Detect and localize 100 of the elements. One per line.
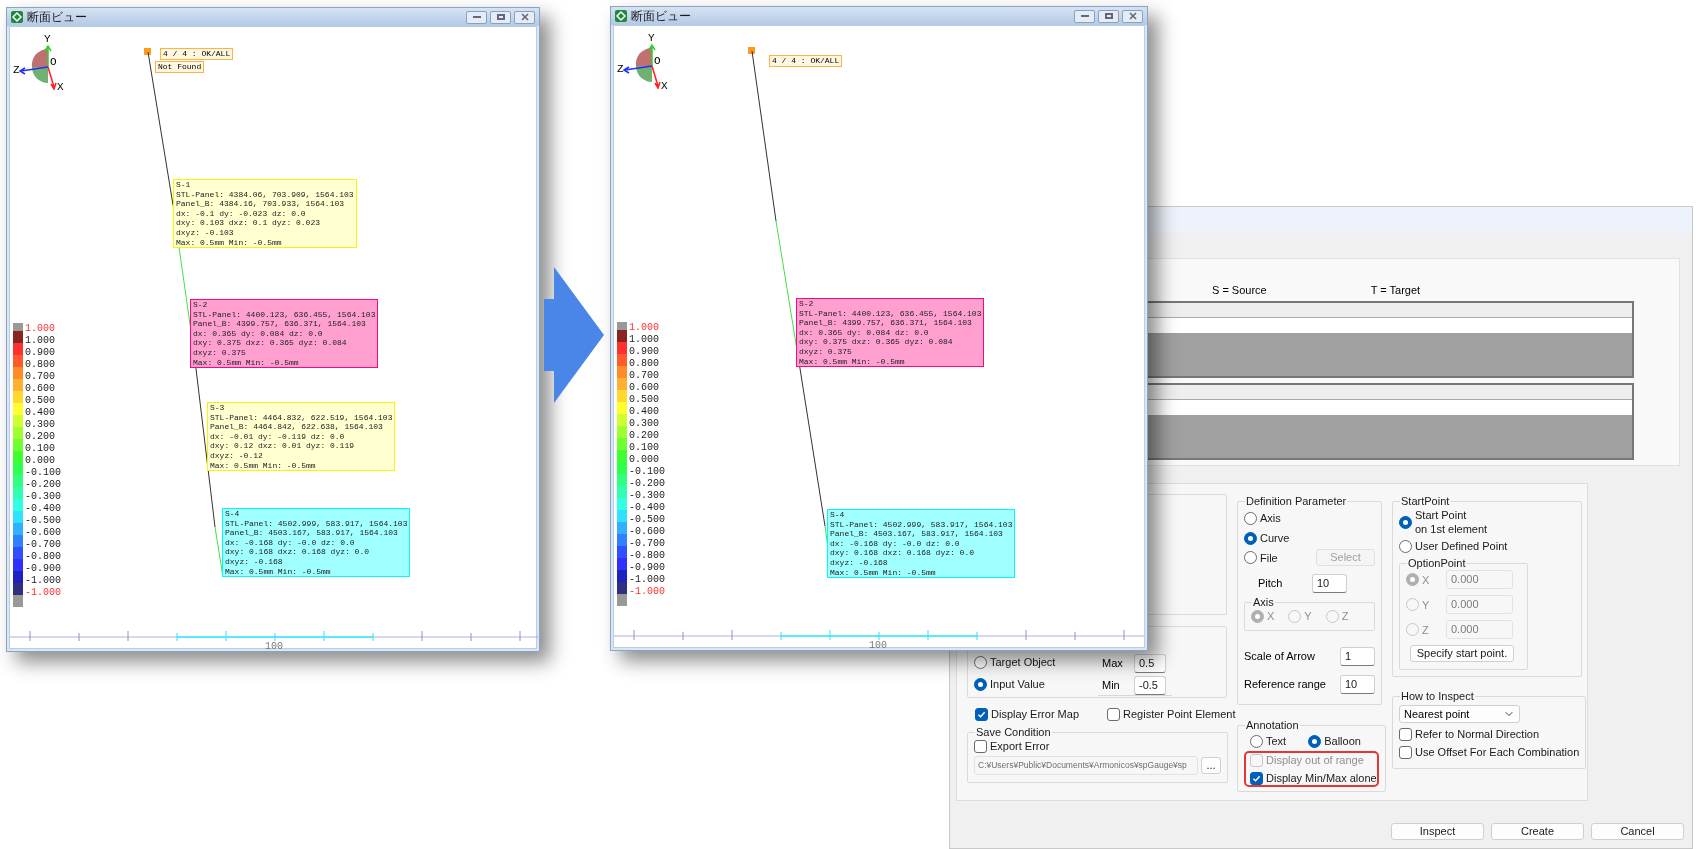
pitch-field[interactable]: 10 [1312, 574, 1347, 593]
group-title: OptionPoint [1407, 556, 1467, 570]
option-label: Display Error Map [991, 707, 1080, 721]
limit-field[interactable]: -0.5 [1134, 676, 1166, 695]
checkbox[interactable] [974, 739, 987, 753]
option-label: X [1267, 609, 1275, 623]
checkbox[interactable] [1107, 707, 1121, 721]
field-label: Pitch [1258, 576, 1284, 592]
option-label: Register Point Element [1123, 707, 1236, 721]
scale-value: -0.100 [25, 467, 61, 479]
radio-button[interactable] [1244, 531, 1257, 545]
checkbox[interactable] [975, 707, 988, 721]
close-icon [1128, 12, 1137, 20]
radio-button[interactable] [1308, 734, 1322, 748]
scale-value: -0.600 [25, 527, 61, 539]
scale-value: -0.400 [25, 503, 61, 515]
radio-button[interactable] [1244, 511, 1257, 525]
app-icon [11, 11, 23, 23]
checkbox[interactable] [1399, 745, 1412, 759]
checkbox[interactable] [1399, 727, 1412, 741]
group-title: How to Inspect [1400, 689, 1475, 703]
dialog-button[interactable]: Inspect [1391, 823, 1484, 840]
minimize-button[interactable] [1074, 9, 1095, 23]
scale-value: 0.300 [25, 419, 56, 431]
scale-value: -0.500 [629, 514, 665, 526]
option-label: Curve [1260, 531, 1290, 545]
option-label: Target Object [990, 655, 1056, 669]
range-field[interactable]: 10 [1340, 675, 1375, 694]
checkbox[interactable] [1250, 771, 1263, 785]
scale-value: -0.400 [629, 502, 665, 514]
option-label: Input Value [990, 677, 1045, 691]
app-icon [615, 10, 627, 22]
annotation-balloon: S-2 STL-Panel: 4400.123, 636.455, 1564.103 Panel_B: 4399.757, 636.371, 1564.103 dx: 0.365 dy: 0.084 dz: 0.0 dxy: 0.375 dxz: 0.365 dyz: 0.084 dxyz: 0.375 Max: 0.5mm Min: -0.5mm [190, 299, 379, 369]
field-label: Reference range [1244, 677, 1326, 693]
axis-label: X [57, 82, 64, 93]
radio-button[interactable] [1244, 551, 1257, 564]
scale-value: 0.900 [629, 346, 660, 358]
radio-button[interactable] [1399, 515, 1412, 529]
axis-label: Z [617, 64, 624, 75]
close-button[interactable] [514, 10, 535, 24]
radio-button[interactable] [974, 655, 987, 669]
group-title: Axis [1252, 595, 1275, 609]
maximize-button[interactable] [1098, 9, 1119, 23]
window-title: 断面ビュー [27, 11, 87, 23]
option-label: Refer to Normal Direction [1415, 727, 1540, 741]
group-title: Annotation [1245, 718, 1300, 732]
option-label: Start Point on 1st element [1415, 508, 1488, 536]
scale-value: 0.900 [25, 347, 56, 359]
option-label: File [1260, 550, 1278, 565]
annotation-balloon: S-4 STL-Panel: 4502.999, 583.917, 1564.103 Panel_B: 4503.167, 583.917, 1564.103 dx: -0.168 dy: -0.0 dz: 0.0 dxy: 0.168 dxz: 0.168 dyz: 0.0 dxyz: -0.168 Max: 0.5mm Min: -0.5mm [827, 509, 1016, 579]
radio-button[interactable] [974, 677, 987, 691]
radio-button[interactable] [1250, 734, 1263, 748]
option-label: Use Offset For Each Combination [1415, 745, 1580, 759]
scale-value: -0.800 [629, 550, 665, 562]
axis-label: Y [44, 34, 51, 45]
field-label: Max [1102, 656, 1124, 672]
scale-value: 1.000 [629, 334, 660, 346]
scale-value: 0.500 [25, 395, 56, 407]
axis-label: Y [648, 33, 655, 44]
scale-value: -0.900 [25, 563, 61, 575]
browse-button[interactable]: ... [1201, 757, 1221, 774]
scale-value: 0.000 [25, 455, 56, 467]
limit-field[interactable]: 0.5 [1134, 654, 1166, 673]
point-marker [748, 47, 755, 54]
annotation-balloon: S-4 STL-Panel: 4502.999, 583.917, 1564.103 Panel_B: 4503.167, 583.917, 1564.103 dx: -0.168 dy: -0.0 dz: 0.0 dxy: 0.168 dxz: 0.168 dyz: 0.0 dxyz: -0.168 Max: 0.5mm Min: -0.5mm [222, 508, 411, 578]
scale-value: 0.600 [25, 383, 56, 395]
dialog-button[interactable]: Create [1491, 823, 1584, 840]
option-label: Z [1341, 609, 1349, 623]
close-button[interactable] [1122, 9, 1143, 23]
scale-value: 0.600 [629, 382, 660, 394]
scale-value: 0.700 [629, 370, 660, 382]
axis-label: X [661, 81, 668, 92]
radio-button[interactable] [1399, 539, 1412, 553]
option-label: Y [1304, 609, 1312, 623]
field-label: Min [1102, 678, 1121, 694]
ruler-label: 100 [265, 642, 283, 652]
option-label: Text [1266, 734, 1287, 748]
minimize-button[interactable] [466, 10, 487, 24]
scale-value: 0.100 [629, 442, 660, 454]
dialog-button[interactable]: Cancel [1591, 823, 1684, 840]
option-label: X [1422, 572, 1430, 587]
summary-label: 4 / 4 : OK/ALL [160, 48, 234, 60]
scale-field[interactable]: 1 [1340, 647, 1375, 666]
annotation-balloon: S-2 STL-Panel: 4400.123, 636.455, 1564.103 Panel_B: 4399.757, 636.371, 1564.103 dx: 0.365 dy: 0.084 dz: 0.0 dxy: 0.375 dxz: 0.365 dyz: 0.084 dxyz: 0.375 Max: 0.5mm Min: -0.5mm [796, 298, 985, 368]
scale-value: 1.000 [25, 335, 56, 347]
right-arrow-icon [544, 267, 604, 403]
legend-text: T = Target [1370, 283, 1421, 297]
scale-value: 0.100 [25, 443, 56, 455]
specify-button[interactable]: Specify start point. [1410, 645, 1514, 662]
check-icon [977, 709, 986, 719]
option-label: Y [1422, 597, 1430, 612]
option-label: Export Error [990, 739, 1050, 753]
method-dropdown[interactable]: Nearest point [1399, 705, 1520, 723]
scale-value: 0.200 [25, 431, 56, 443]
scale-value: -0.700 [25, 539, 61, 551]
scale-value: 1.000 [629, 322, 660, 334]
close-icon [520, 13, 529, 21]
annotation-balloon: S-3 STL-Panel: 4464.832, 622.519, 1564.103 Panel_B: 4464.842, 622.638, 1564.103 dx: -0.01 dy: -0.119 dz: 0.0 dxy: 0.12 dxz: 0.01 dyz: 0.119 dxyz: -0.12 Max: 0.5mm Min: -0.5mm [207, 402, 396, 472]
option-label: Z [1422, 622, 1429, 637]
maximize-button[interactable] [490, 10, 511, 24]
